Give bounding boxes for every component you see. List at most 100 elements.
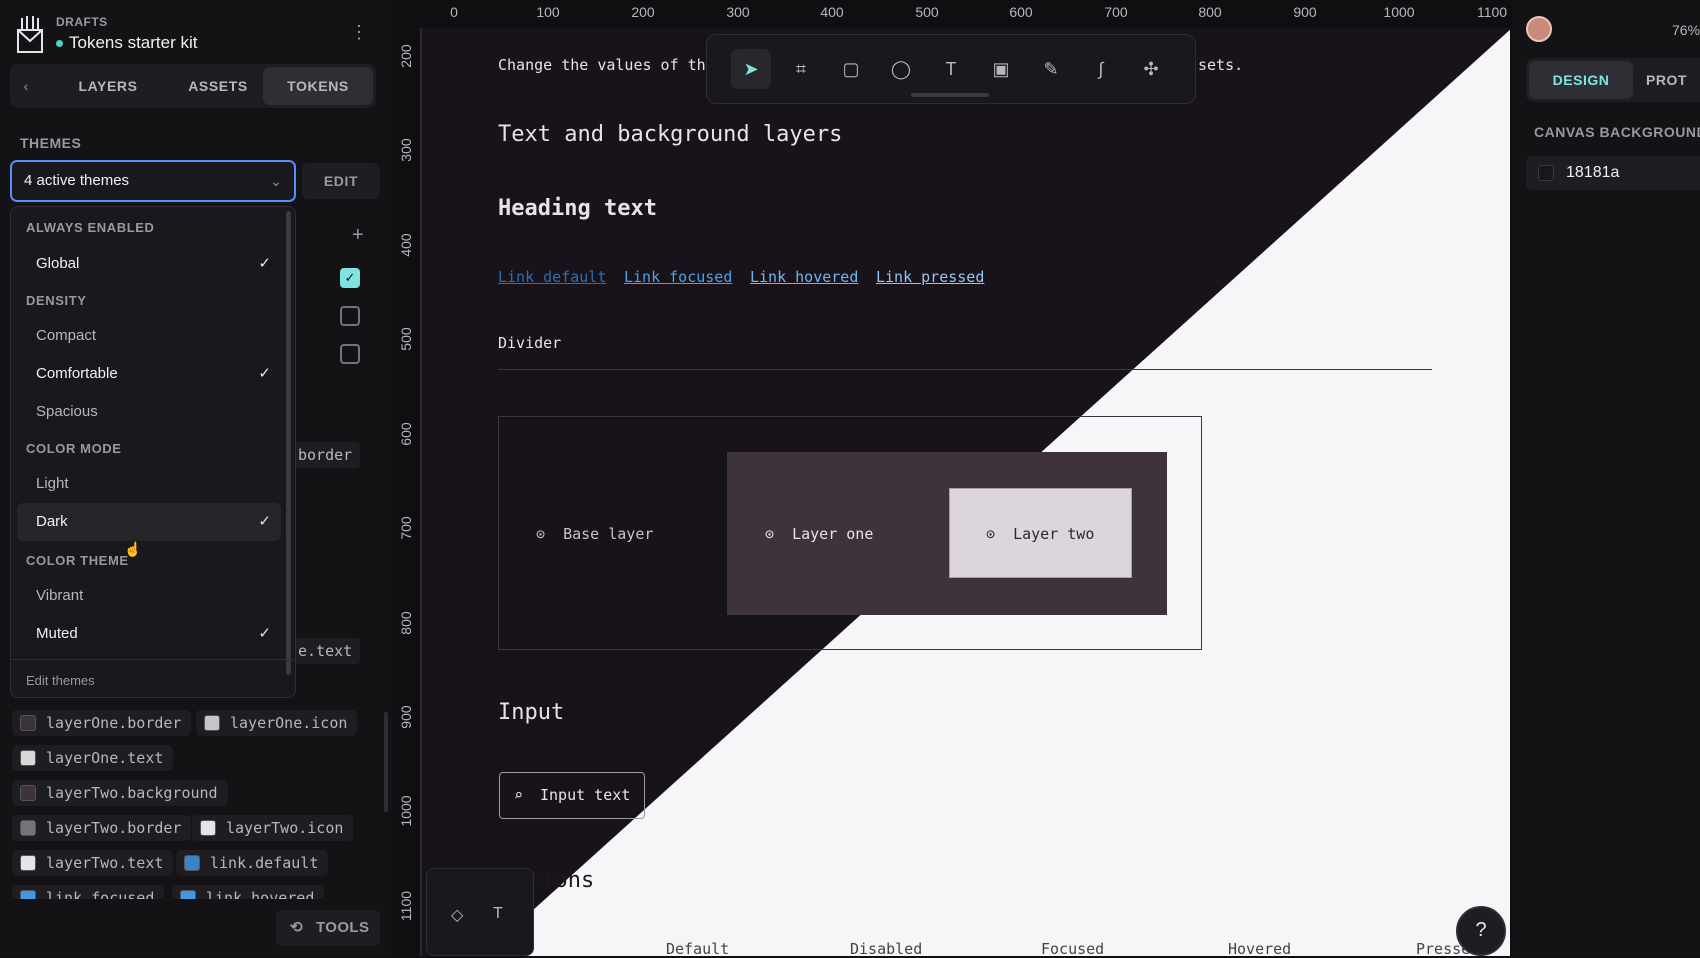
color-swatch xyxy=(20,750,36,766)
layer-one-label: ⊙ Layer one xyxy=(765,525,874,543)
tab-design[interactable]: DESIGN xyxy=(1529,61,1633,99)
horizontal-ruler: 0 100 200 300 400 500 600 700 800 900 10… xyxy=(392,0,1512,28)
back-chevron-icon[interactable]: ‹ xyxy=(16,76,36,96)
path-icon[interactable]: ∫ xyxy=(1081,49,1121,89)
project-name[interactable]: Tokens starter kit xyxy=(56,33,198,53)
color-swatch xyxy=(20,820,36,836)
ruler-label: 100 xyxy=(536,4,560,20)
more-options-icon[interactable]: ⋮ xyxy=(350,22,368,43)
theme-select[interactable]: 4 active themes ⌄ xyxy=(10,160,296,202)
token-chip[interactable]: layerTwo.text xyxy=(12,850,174,876)
button-column-label: Default xyxy=(666,940,730,958)
theme-option-spacious[interactable]: Spacious xyxy=(17,393,281,431)
token-chip[interactable]: layerTwo.background xyxy=(12,780,228,806)
set-checkbox[interactable] xyxy=(340,344,360,364)
project-title: Tokens starter kit xyxy=(69,33,198,52)
tools-button[interactable]: ⟲ TOOLS xyxy=(276,910,380,946)
mini-toolbar: ◇ T xyxy=(426,868,534,956)
token-chip[interactable]: link.default xyxy=(176,850,329,876)
image-icon[interactable]: ▣ xyxy=(981,49,1021,89)
ruler-label: 500 xyxy=(398,327,414,351)
left-sidebar: DRAFTS Tokens starter kit ⋮ ‹ LAYERS ASS… xyxy=(0,0,392,956)
divider xyxy=(11,659,295,660)
avatar[interactable] xyxy=(1526,16,1552,42)
ruler-label: 1000 xyxy=(398,795,414,827)
base-layer-label: ⊙ Base layer xyxy=(536,525,654,543)
token-chip[interactable]: link.focused xyxy=(12,885,165,899)
theme-option-light[interactable]: Light xyxy=(17,465,281,503)
token-chip[interactable]: layerOne.text xyxy=(12,745,174,771)
tools-icon: ⟲ xyxy=(290,919,303,936)
button-column-label: Disabled xyxy=(850,940,923,958)
theme-option-comfortable[interactable]: Comfortable ✓ xyxy=(17,355,281,393)
link-pressed[interactable]: Link pressed xyxy=(876,268,984,286)
text-tool-icon[interactable]: T xyxy=(493,905,503,923)
text-icon[interactable]: T xyxy=(931,49,971,89)
set-checkbox-checked[interactable]: ✓ xyxy=(340,268,360,288)
rectangle-icon[interactable]: ▢ xyxy=(831,49,871,89)
tab-layers[interactable]: LAYERS xyxy=(50,67,166,105)
zoom-level[interactable]: 76% xyxy=(1672,22,1700,38)
check-circle-icon: ⊙ xyxy=(986,525,996,543)
token-chip[interactable]: layerTwo.border xyxy=(12,815,192,841)
token-chip-partial[interactable]: border xyxy=(290,442,361,468)
color-swatch[interactable] xyxy=(1538,165,1554,181)
theme-option-vibrant[interactable]: Vibrant xyxy=(17,577,281,615)
ellipse-icon[interactable]: ◯ xyxy=(881,49,921,89)
color-swatch xyxy=(20,785,36,801)
board-icon[interactable]: ⌗ xyxy=(781,49,821,89)
token-chip-partial[interactable]: e.text xyxy=(290,638,361,664)
group-label: COLOR MODE xyxy=(26,441,122,456)
color-drop-icon[interactable]: ◇ xyxy=(451,905,463,925)
status-dot-icon xyxy=(56,40,63,48)
help-button[interactable]: ? xyxy=(1456,906,1506,956)
tab-tokens[interactable]: TOKENS xyxy=(263,67,373,105)
theme-option-compact[interactable]: Compact xyxy=(17,317,281,355)
group-label: ALWAYS ENABLED xyxy=(26,220,155,235)
intro-text-end: sets. xyxy=(1198,56,1244,74)
pointer-cursor-icon: ☝ xyxy=(124,541,142,557)
edit-themes-link[interactable]: Edit themes xyxy=(26,673,95,688)
canvas-background-value: 18181a xyxy=(1566,164,1620,181)
add-set-icon[interactable]: + xyxy=(352,224,364,247)
tab-assets[interactable]: ASSETS xyxy=(160,67,276,105)
pencil-icon[interactable]: ✎ xyxy=(1031,49,1071,89)
ruler-label: 600 xyxy=(1009,4,1033,20)
ruler-label: 900 xyxy=(1293,4,1317,20)
tab-prototype[interactable]: PROT xyxy=(1646,61,1687,99)
themes-heading: THEMES xyxy=(20,135,82,151)
link-default[interactable]: Link default xyxy=(498,268,606,286)
vertical-ruler: 200 300 400 500 600 700 800 900 1000 110… xyxy=(392,28,420,956)
check-circle-icon: ⊙ xyxy=(536,525,546,543)
divider-line xyxy=(498,369,1432,370)
canvas-background-field[interactable]: 18181a xyxy=(1526,156,1700,190)
set-checkbox[interactable] xyxy=(340,306,360,326)
toolbar-drag-handle[interactable] xyxy=(911,93,989,97)
theme-option-muted[interactable]: Muted ✓ xyxy=(17,615,281,653)
token-chip[interactable]: layerOne.border xyxy=(12,710,192,736)
pointer-icon[interactable]: ➤ xyxy=(731,49,771,89)
check-icon: ✓ xyxy=(258,365,271,382)
theme-option-dark[interactable]: Dark ✓ xyxy=(17,503,281,541)
input-section-title: Input xyxy=(498,700,565,725)
input-field[interactable]: ⌕ Input text xyxy=(499,772,645,819)
link-hovered[interactable]: Link hovered xyxy=(750,268,858,286)
ruler-label: 1000 xyxy=(1383,4,1415,20)
sidebar-tabs: ‹ LAYERS ASSETS TOKENS xyxy=(10,64,376,108)
plugins-icon[interactable]: ✣ xyxy=(1131,49,1171,89)
section-title: Text and background layers xyxy=(498,122,843,147)
ruler-label: 700 xyxy=(1104,4,1128,20)
dropdown-scrollbar[interactable] xyxy=(286,211,291,675)
link-focused[interactable]: Link focused xyxy=(624,268,732,286)
token-chip[interactable]: layerOne.icon xyxy=(196,710,358,736)
ruler-label: 700 xyxy=(398,516,414,540)
ruler-label: 400 xyxy=(820,4,844,20)
drawing-toolbar: ➤ ⌗ ▢ ◯ T ▣ ✎ ∫ ✣ xyxy=(706,34,1196,104)
token-chip[interactable]: link.hovered xyxy=(172,885,325,899)
sidebar-scrollbar[interactable] xyxy=(384,712,388,812)
color-swatch xyxy=(20,890,36,899)
button-column-label: Hovered xyxy=(1228,940,1292,958)
token-chip[interactable]: layerTwo.icon xyxy=(192,815,354,841)
theme-option-global[interactable]: Global ✓ xyxy=(17,245,281,283)
edit-themes-button[interactable]: EDIT xyxy=(302,163,380,199)
